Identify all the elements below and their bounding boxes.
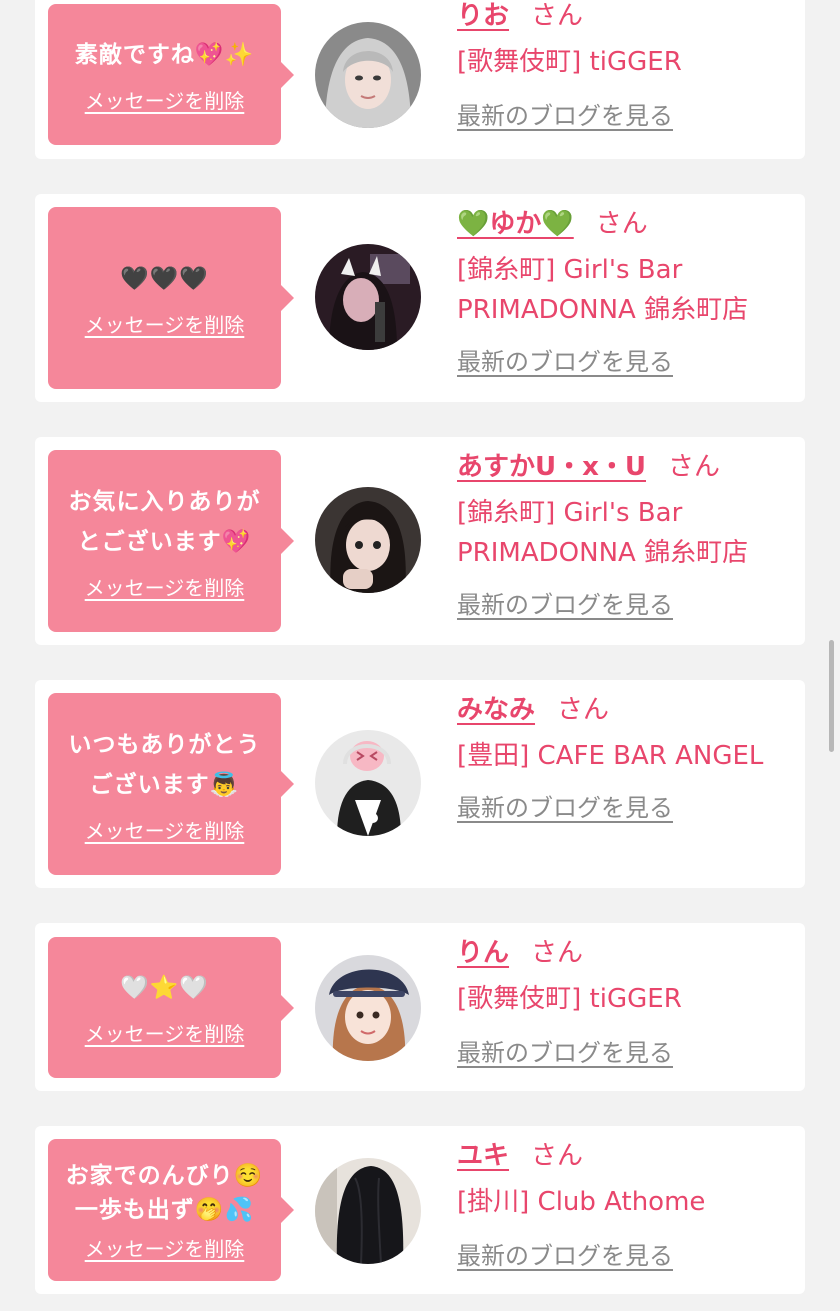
cast-info: りお さん [歌舞伎町] tiGGER 最新のブログを見る [457, 0, 795, 131]
honorific: さん [531, 1141, 584, 1171]
message-bubble: 🤍⭐🤍 メッセージを削除 [48, 937, 294, 1078]
cast-name-link[interactable]: ユキ [457, 1141, 509, 1171]
message-text: いつもありがとう ございます👼 [68, 731, 261, 798]
cast-name-link[interactable]: りお [457, 1, 509, 31]
honorific: さん [668, 452, 721, 482]
favorites-message-list: 素敵ですね💖✨ メッセージを削除 りお さん [歌舞伎町] tiGGER 最新のブ… [0, 0, 840, 1311]
name-row: ユキ さん [457, 1138, 795, 1174]
name-row: りん さん [457, 935, 795, 971]
avatar[interactable] [315, 244, 421, 350]
shop-name: [歌舞伎町] tiGGER [457, 47, 682, 77]
cast-info: 💚ゆか💚 さん [錦糸町] Girl's Bar PRIMADONNA 錦糸町店 … [457, 206, 795, 377]
shop-name: [錦糸町] Girl's Bar PRIMADONNA 錦糸町店 [457, 255, 749, 325]
avatar-photo [315, 22, 421, 128]
avatar-photo [315, 244, 421, 350]
latest-blog-link[interactable]: 最新のブログを見る [457, 1033, 673, 1068]
message-text: お気に入りありが とございます💖 [68, 488, 261, 555]
message-card: お家でのんびり☺️ 一歩も出ず🤭💦 メッセージを削除 ユキ さん [掛川] Clu… [35, 1126, 805, 1294]
message-text: お家でのんびり☺️ 一歩も出ず🤭💦 [65, 1162, 264, 1223]
cast-name-link[interactable]: 💚ゆか💚 [457, 209, 574, 239]
latest-blog-link[interactable]: 最新のブログを見る [457, 342, 673, 377]
message-card: 🤍⭐🤍 メッセージを削除 りん さん [歌舞伎町] tiGGER 最新のブログを見… [35, 923, 805, 1091]
cast-name-link[interactable]: みなみ [457, 695, 535, 725]
honorific: さん [557, 695, 610, 725]
shop-name: [歌舞伎町] tiGGER [457, 984, 682, 1014]
message-bubble: 素敵ですね💖✨ メッセージを削除 [48, 4, 294, 145]
cast-info: あすかU・x・U さん [錦糸町] Girl's Bar PRIMADONNA 錦… [457, 449, 795, 620]
message-card: いつもありがとう ございます👼 メッセージを削除 みなみ さん [豊田] CAFE… [35, 680, 805, 888]
name-row: あすかU・x・U さん [457, 449, 795, 485]
avatar-photo [315, 730, 421, 836]
cast-name-link[interactable]: りん [457, 938, 509, 968]
delete-message-link[interactable]: メッセージを削除 [85, 572, 245, 601]
name-row: 💚ゆか💚 さん [457, 206, 795, 242]
name-row: りお さん [457, 0, 795, 34]
message-text: 🤍⭐🤍 [120, 975, 209, 1001]
message-bubble: いつもありがとう ございます👼 メッセージを削除 [48, 693, 294, 875]
cast-info: りん さん [歌舞伎町] tiGGER 最新のブログを見る [457, 935, 795, 1068]
avatar-photo [315, 487, 421, 593]
delete-message-link[interactable]: メッセージを削除 [85, 85, 245, 114]
message-bubble: 🖤🖤🖤 メッセージを削除 [48, 207, 294, 389]
shop-name: [掛川] Club Athome [457, 1187, 706, 1217]
name-row: みなみ さん [457, 692, 795, 728]
message-bubble: お家でのんびり☺️ 一歩も出ず🤭💦 メッセージを削除 [48, 1139, 294, 1281]
honorific: さん [531, 938, 584, 968]
avatar[interactable] [315, 730, 421, 836]
avatar[interactable] [315, 22, 421, 128]
avatar[interactable] [315, 955, 421, 1061]
latest-blog-link[interactable]: 最新のブログを見る [457, 585, 673, 620]
avatar[interactable] [315, 1158, 421, 1264]
message-text: 🖤🖤🖤 [120, 265, 209, 292]
message-card: お気に入りありが とございます💖 メッセージを削除 あすかU・x・U さん [錦糸… [35, 437, 805, 645]
latest-blog-link[interactable]: 最新のブログを見る [457, 96, 673, 131]
shop-name: [錦糸町] Girl's Bar PRIMADONNA 錦糸町店 [457, 498, 749, 568]
honorific: さん [531, 1, 584, 31]
avatar-photo [315, 955, 421, 1061]
latest-blog-link[interactable]: 最新のブログを見る [457, 1236, 673, 1271]
delete-message-link[interactable]: メッセージを削除 [85, 1233, 245, 1262]
honorific: さん [595, 209, 648, 239]
message-bubble: お気に入りありが とございます💖 メッセージを削除 [48, 450, 294, 632]
avatar[interactable] [315, 487, 421, 593]
latest-blog-link[interactable]: 最新のブログを見る [457, 788, 673, 823]
shop-name: [豊田] CAFE BAR ANGEL [457, 741, 764, 771]
cast-info: ユキ さん [掛川] Club Athome 最新のブログを見る [457, 1138, 795, 1271]
cast-name-link[interactable]: あすかU・x・U [457, 452, 646, 482]
scrollbar[interactable] [829, 640, 834, 752]
delete-message-link[interactable]: メッセージを削除 [85, 309, 245, 338]
message-card: 素敵ですね💖✨ メッセージを削除 りお さん [歌舞伎町] tiGGER 最新のブ… [35, 0, 805, 159]
message-text: 素敵ですね💖✨ [74, 42, 255, 68]
delete-message-link[interactable]: メッセージを削除 [85, 1018, 245, 1047]
avatar-photo [315, 1158, 421, 1264]
delete-message-link[interactable]: メッセージを削除 [85, 815, 245, 844]
message-card: 🖤🖤🖤 メッセージを削除 💚ゆか💚 さん [錦糸町] Girl's Bar PRI… [35, 194, 805, 402]
cast-info: みなみ さん [豊田] CAFE BAR ANGEL 最新のブログを見る [457, 692, 795, 823]
